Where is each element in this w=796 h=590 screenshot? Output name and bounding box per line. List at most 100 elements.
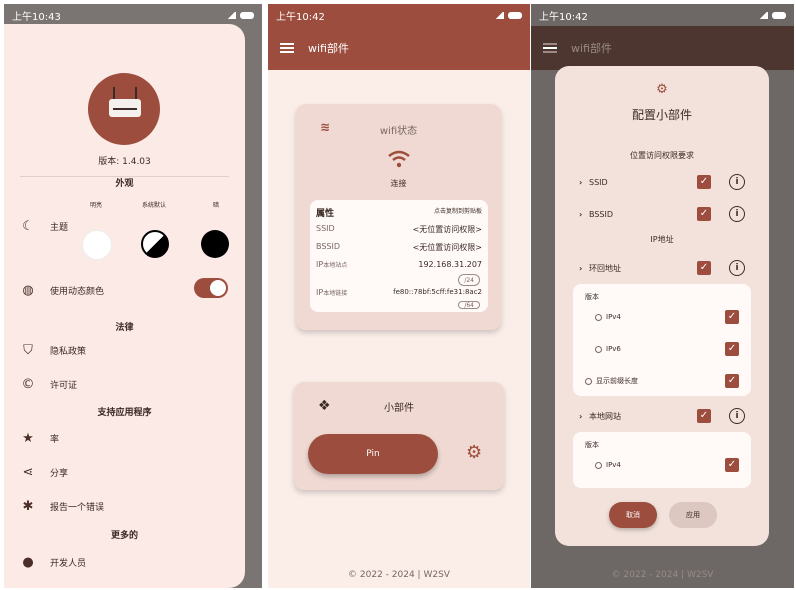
router-icon <box>109 87 141 117</box>
loopback-sub-options: 版本 IPv4 ✓ IPv6 ✓ 显示前缀长度 ✓ <box>573 284 751 396</box>
prefix-badge: /64 <box>458 301 480 309</box>
ipv4-option[interactable]: IPv4 ✓ <box>585 310 739 324</box>
property-value: fe80::78bf:5cff:fe31:8ac2 <box>393 288 482 296</box>
radio-dot-icon <box>595 345 602 353</box>
bssid-label: BSSID <box>589 209 614 219</box>
local-site-label: 本地网站 <box>589 411 621 421</box>
settings-gear-icon[interactable]: ⚙ <box>466 442 482 463</box>
ipv6-checkbox[interactable]: ✓ <box>725 342 739 356</box>
share-item[interactable]: ⋖ 分享 <box>20 464 68 480</box>
prefix-length-option[interactable]: 显示前缀长度 ✓ <box>585 374 739 388</box>
property-row[interactable]: IP本地站点 192.168.31.207 <box>316 260 482 269</box>
privacy-item[interactable]: ⛉ 隐私政策 <box>20 342 86 358</box>
ipv6-option[interactable]: IPv6 ✓ <box>585 342 739 356</box>
cancel-button[interactable]: 取消 <box>609 502 657 528</box>
ssid-option[interactable]: › SSID ✓ i <box>579 174 745 190</box>
person-icon: ● <box>22 554 34 570</box>
pin-button[interactable]: Pin <box>308 434 438 474</box>
chevron-right-icon: › <box>579 411 583 421</box>
prefix-length-checkbox[interactable]: ✓ <box>725 374 739 388</box>
privacy-label: 隐私政策 <box>50 346 87 357</box>
shield-icon: ⛉ <box>23 342 33 358</box>
info-icon[interactable]: i <box>729 260 745 276</box>
ipv4-option[interactable]: IPv4 ✓ <box>585 458 739 472</box>
location-section-title: 位置访问权限要求 <box>630 151 694 160</box>
ssid-label: SSID <box>589 177 608 187</box>
theme-system-option[interactable] <box>141 230 169 258</box>
radio-dot-icon <box>595 313 602 321</box>
share-label: 分享 <box>50 468 69 479</box>
footer-copyright: © 2022 - 2024 | W2SV <box>611 570 714 580</box>
battery-icon <box>240 11 254 19</box>
menu-icon <box>543 43 557 53</box>
bssid-checkbox[interactable]: ✓ <box>697 207 711 221</box>
status-time: 上午10:43 <box>12 11 61 23</box>
section-appearance: 外观 <box>115 179 134 189</box>
status-time: 上午10:42 <box>539 11 588 23</box>
status-bar: 上午10:43 <box>4 4 262 26</box>
menu-icon[interactable] <box>280 43 294 53</box>
rate-label: 率 <box>50 434 60 445</box>
chevron-right-icon: › <box>579 209 583 219</box>
star-icon: ★ <box>22 430 34 446</box>
theme-option-light-label: 明亮 <box>89 202 102 209</box>
dynamic-color-label: 使用动态颜色 <box>50 286 105 297</box>
properties-panel[interactable]: 属性 点击复制到剪贴板 SSID <无位置访问权限> BSSID <无位置访问权… <box>310 200 488 312</box>
loopback-label: 环回地址 <box>589 263 621 273</box>
license-item[interactable]: © 许可证 <box>20 376 78 392</box>
version-label: 版本 <box>585 441 599 449</box>
bug-item[interactable]: ✱ 报告一个错误 <box>20 498 104 514</box>
license-label: 许可证 <box>50 380 78 391</box>
gear-icon: ⚙ <box>656 82 668 97</box>
theme-row: ☾ 主题 <box>20 218 68 234</box>
property-key: IP本地站点 <box>316 260 348 269</box>
ipv4-checkbox[interactable]: ✓ <box>725 458 739 472</box>
widget-card: ❖ 小部件 Pin ⚙ <box>294 382 504 490</box>
bug-icon: ✱ <box>22 498 34 514</box>
local-site-option[interactable]: › 本地网站 ✓ i <box>579 408 745 424</box>
loopback-option[interactable]: › 环回地址 ✓ i <box>579 260 745 276</box>
info-icon[interactable]: i <box>729 174 745 190</box>
configure-widget-dialog: ⚙ 配置小部件 位置访问权限要求 › SSID ✓ i › BSSID ✓ i … <box>555 66 769 546</box>
property-key: SSID <box>316 224 335 233</box>
signal-icon <box>227 11 236 19</box>
signal-icon <box>495 11 504 19</box>
local-site-sub-options: 版本 IPv4 ✓ <box>573 432 751 488</box>
loopback-checkbox[interactable]: ✓ <box>697 261 711 275</box>
info-icon[interactable]: i <box>729 408 745 424</box>
ip-section-title: IP地址 <box>650 235 674 244</box>
developer-item[interactable]: ● 开发人员 <box>20 554 86 570</box>
radio-dot-icon <box>595 461 602 469</box>
ipv4-label: IPv4 <box>606 461 621 469</box>
rate-item[interactable]: ★ 率 <box>20 430 59 446</box>
copyright-icon: © <box>21 376 35 392</box>
wifi-large-icon <box>296 150 501 172</box>
property-row[interactable]: SSID <无位置访问权限> <box>316 224 482 235</box>
dynamic-color-row[interactable]: ◍ 使用动态颜色 <box>20 282 104 298</box>
signal-icon <box>759 11 768 19</box>
dynamic-color-toggle[interactable] <box>194 278 228 298</box>
apply-button[interactable]: 应用 <box>669 502 717 528</box>
property-value: 192.168.31.207 <box>418 260 482 269</box>
prefix-badge: /24 <box>458 274 480 286</box>
bssid-option[interactable]: › BSSID ✓ i <box>579 206 745 222</box>
info-icon[interactable]: i <box>729 206 745 222</box>
developer-label: 开发人员 <box>50 558 87 569</box>
moon-icon: ☾ <box>22 218 34 234</box>
property-row[interactable]: BSSID <无位置访问权限> <box>316 242 482 253</box>
app-bar: wifi部件 <box>268 26 530 70</box>
property-key: IP本地链接 <box>316 288 348 297</box>
bug-label: 报告一个错误 <box>50 502 105 513</box>
status-icons <box>227 11 254 19</box>
app-bar-dimmed: wifi部件 <box>531 26 794 70</box>
radio-dot-icon <box>585 377 592 385</box>
theme-light-option[interactable] <box>82 230 112 260</box>
app-bar-title: wifi部件 <box>308 42 349 55</box>
property-row[interactable]: IP本地链接 fe80::78bf:5cff:fe31:8ac2 <box>316 288 482 297</box>
phone-config-dialog: 上午10:42 wifi部件 © 2022 - 2024 | W2SV ⚙ 配置… <box>531 4 794 588</box>
theme-dark-option[interactable] <box>201 230 229 258</box>
local-site-checkbox[interactable]: ✓ <box>697 409 711 423</box>
ipv4-checkbox[interactable]: ✓ <box>725 310 739 324</box>
section-support: 支持应用程序 <box>97 408 152 418</box>
ssid-checkbox[interactable]: ✓ <box>697 175 711 189</box>
